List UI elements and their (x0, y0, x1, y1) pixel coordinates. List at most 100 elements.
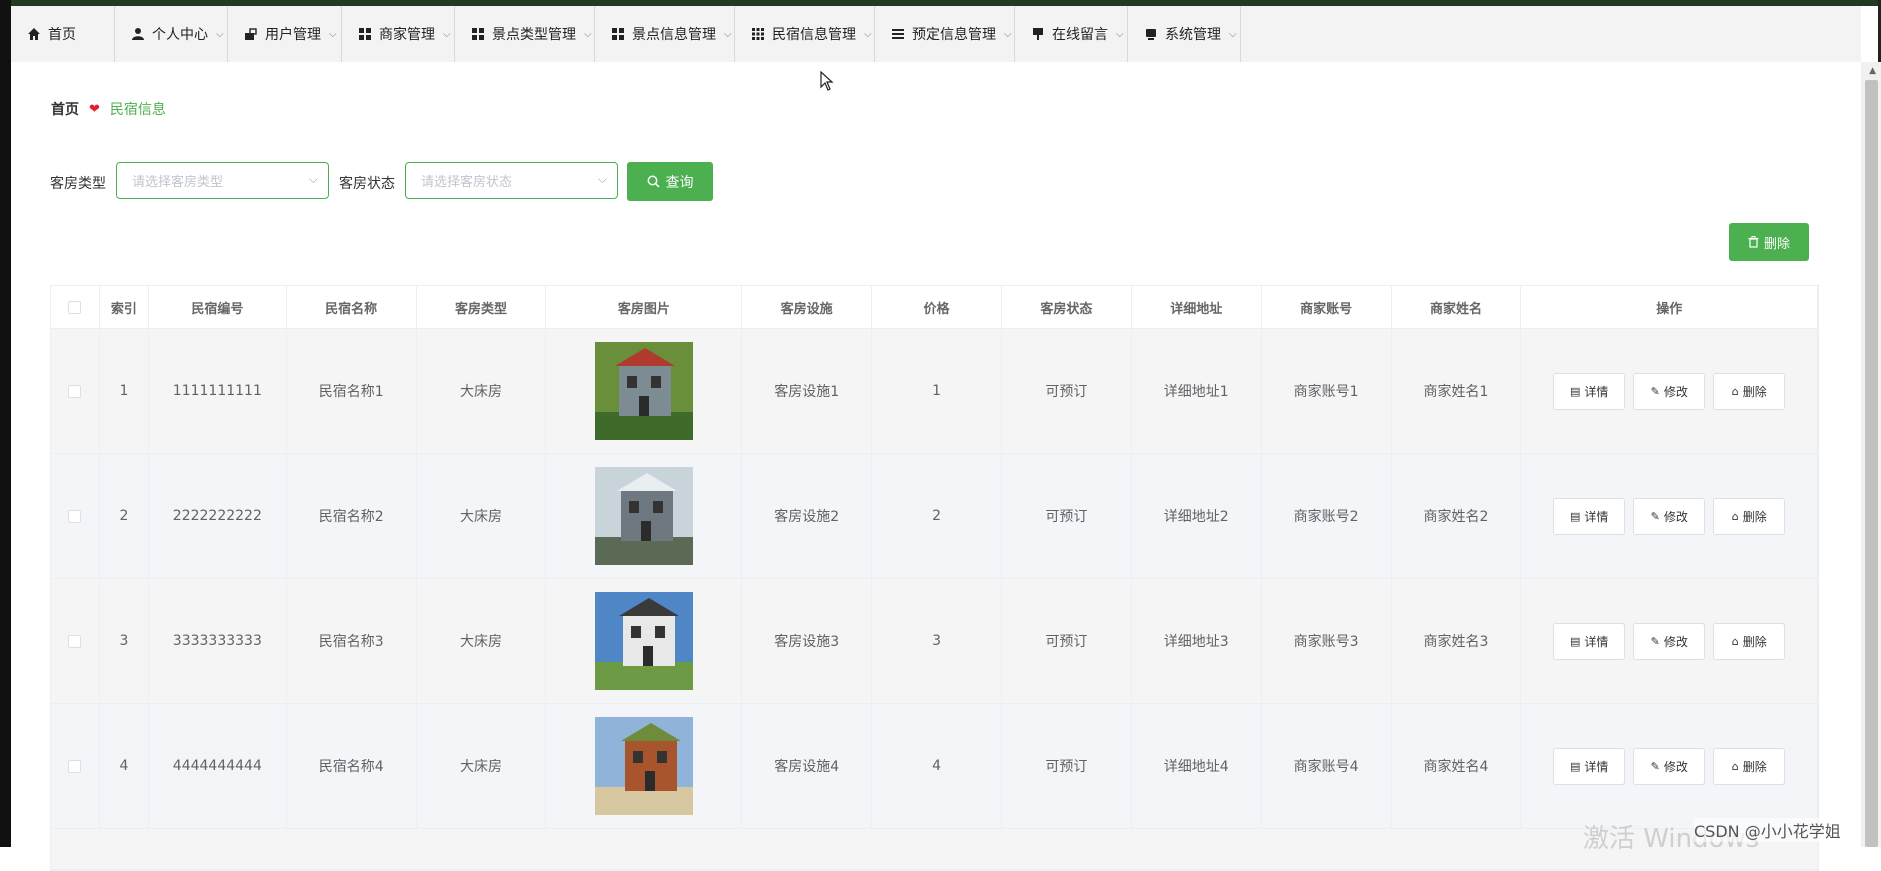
room-photo-cell (546, 579, 743, 703)
room-type-label: 客房类型 (50, 176, 106, 192)
trash-icon: ⌂ (1731, 509, 1739, 523)
nav-item-1[interactable]: 个人中心 ⌵ (115, 6, 228, 62)
grid-9-icon (751, 27, 765, 41)
row-actions: ▤ 详情 ✎ 修改 ⌂ 删除 (1521, 454, 1819, 578)
cell-merchant: 商家姓名3 (1392, 579, 1522, 703)
nav-item-7[interactable]: 预定信息管理 ⌵ (875, 6, 1015, 62)
grid-icon (358, 27, 372, 41)
cell-facility: 客房设施3 (742, 579, 873, 703)
nav-item-0[interactable]: 首页 (11, 6, 115, 62)
chevron-down-icon: ⌵ (443, 28, 451, 40)
delete-button-label: 删除 (1742, 634, 1767, 649)
cell-account: 商家账号4 (1262, 704, 1392, 828)
row-select-cell (51, 579, 100, 703)
column-header: 客房类型 (417, 286, 547, 328)
room-photo[interactable] (594, 592, 693, 690)
detail-button[interactable]: ▤ 详情 (1553, 497, 1626, 535)
delete-button[interactable]: ⌂ 删除 (1713, 747, 1786, 785)
row-checkbox[interactable] (68, 634, 82, 648)
chevron-down-icon: ⌵ (1116, 28, 1124, 40)
detail-button[interactable]: ▤ 详情 (1553, 372, 1626, 410)
cell-address: 详细地址4 (1132, 704, 1262, 828)
home-icon (27, 27, 41, 41)
delete-button[interactable]: ⌂ 删除 (1713, 372, 1786, 410)
window-left-edge (0, 0, 11, 847)
nav-item-6[interactable]: 民宿信息管理 ⌵ (735, 6, 875, 62)
delete-button[interactable]: ⌂ 删除 (1713, 622, 1786, 660)
room-type-select[interactable]: 请选择客房类型 ⌵ (116, 162, 329, 199)
batch-delete-label: 删除 (1763, 236, 1790, 252)
scroll-up-arrow[interactable]: ▲ (1869, 66, 1876, 76)
nav-item-label: 预定信息管理 (912, 27, 996, 43)
edit-button[interactable]: ✎ 修改 (1633, 497, 1706, 535)
scrollbar-thumb[interactable] (1865, 80, 1878, 847)
cell-status: 可预订 (1002, 704, 1132, 828)
column-header: 索引 (100, 286, 149, 328)
edit-button[interactable]: ✎ 修改 (1633, 622, 1706, 660)
nav-item-label: 个人中心 (152, 27, 208, 43)
nav-item-4[interactable]: 景点类型管理 ⌵ (455, 6, 595, 62)
select-all-checkbox[interactable] (68, 300, 82, 314)
cell-account: 商家账号2 (1262, 454, 1392, 578)
edit-icon: ✎ (1650, 759, 1660, 773)
detail-button[interactable]: ▤ 详情 (1553, 622, 1626, 660)
cell-account: 商家账号3 (1262, 579, 1392, 703)
row-checkbox[interactable] (68, 384, 82, 398)
column-header: 详细地址 (1132, 286, 1262, 328)
homestay-table: 索引 民宿编号 民宿名称 客房类型 客房图片 客房设施 价格 客房状态 详细地址 商家账号 商家姓名… (50, 285, 1819, 871)
column-header: 民宿名称 (287, 286, 417, 328)
detail-button[interactable]: ▤ 详情 (1553, 747, 1626, 785)
document-icon: ▤ (1570, 759, 1581, 773)
row-checkbox[interactable] (68, 509, 82, 523)
cell-name: 民宿名称1 (287, 329, 417, 453)
grid-icon (471, 27, 485, 41)
row-select-cell (51, 329, 100, 453)
edit-button[interactable]: ✎ 修改 (1633, 372, 1706, 410)
message-icon (1031, 27, 1045, 41)
nav-item-label: 首页 (48, 27, 76, 43)
chevron-down-icon: ⌵ (216, 28, 224, 40)
cell-price: 3 (872, 579, 1002, 703)
room-photo[interactable] (594, 342, 693, 440)
edit-button[interactable]: ✎ 修改 (1633, 747, 1706, 785)
nav-item-label: 系统管理 (1165, 27, 1221, 43)
cell-type: 大床房 (417, 579, 547, 703)
chevron-down-icon: ⌵ (1229, 28, 1237, 40)
cell-address: 详细地址2 (1132, 454, 1262, 578)
nav-item-8[interactable]: 在线留言 ⌵ (1015, 6, 1128, 62)
column-header: 客房图片 (546, 286, 743, 328)
batch-delete-button[interactable]: 删除 (1729, 223, 1809, 261)
edit-icon: ✎ (1650, 384, 1660, 398)
cell-name: 民宿名称2 (287, 454, 417, 578)
query-button[interactable]: 查询 (627, 162, 713, 201)
nav-item-5[interactable]: 景点信息管理 ⌵ (595, 6, 735, 62)
cell-facility: 客房设施4 (742, 704, 873, 828)
room-status-placeholder: 请选择客房状态 (421, 175, 513, 190)
table-row-partial (51, 829, 1818, 870)
room-photo-cell (546, 704, 743, 828)
table-row: 3 3333333333 民宿名称3 大床房 客房设施3 3 可预订 详细地址3 商家账号3 商家… (51, 579, 1819, 704)
room-photo[interactable] (594, 467, 693, 565)
room-status-select[interactable]: 请选择客房状态 ⌵ (405, 162, 618, 199)
delete-button-label: 删除 (1742, 509, 1767, 524)
row-checkbox[interactable] (68, 759, 82, 773)
room-photo-cell (546, 329, 743, 453)
edit-icon: ✎ (1650, 634, 1660, 648)
breadcrumb-home[interactable]: 首页 (51, 99, 79, 119)
cell-price: 1 (872, 329, 1002, 453)
nav-item-3[interactable]: 商家管理 ⌵ (342, 6, 455, 62)
cell-merchant: 商家姓名1 (1392, 329, 1522, 453)
table-row: 1 1111111111 民宿名称1 大床房 客房设施1 1 可预订 详细地址1 商家账号1 商家… (51, 329, 1819, 454)
chevron-down-icon: ⌵ (308, 172, 318, 186)
column-header: 民宿编号 (149, 286, 287, 328)
table-header: 索引 民宿编号 民宿名称 客房类型 客房图片 客房设施 价格 客房状态 详细地址 商家账号 商家姓名… (51, 286, 1819, 329)
trash-icon: ⌂ (1731, 759, 1739, 773)
nav-item-2[interactable]: 用户管理 ⌵ (228, 6, 342, 62)
delete-button[interactable]: ⌂ 删除 (1713, 497, 1786, 535)
nav-item-9[interactable]: 系统管理 ⌵ (1128, 6, 1241, 62)
nav-item-label: 用户管理 (265, 27, 321, 43)
edit-icon: ✎ (1650, 509, 1660, 523)
column-header: 商家姓名 (1392, 286, 1522, 328)
table-row: 4 4444444444 民宿名称4 大床房 客房设施4 4 可预订 详细地址4 商家账号4 商家… (51, 704, 1819, 829)
room-photo[interactable] (594, 717, 693, 815)
